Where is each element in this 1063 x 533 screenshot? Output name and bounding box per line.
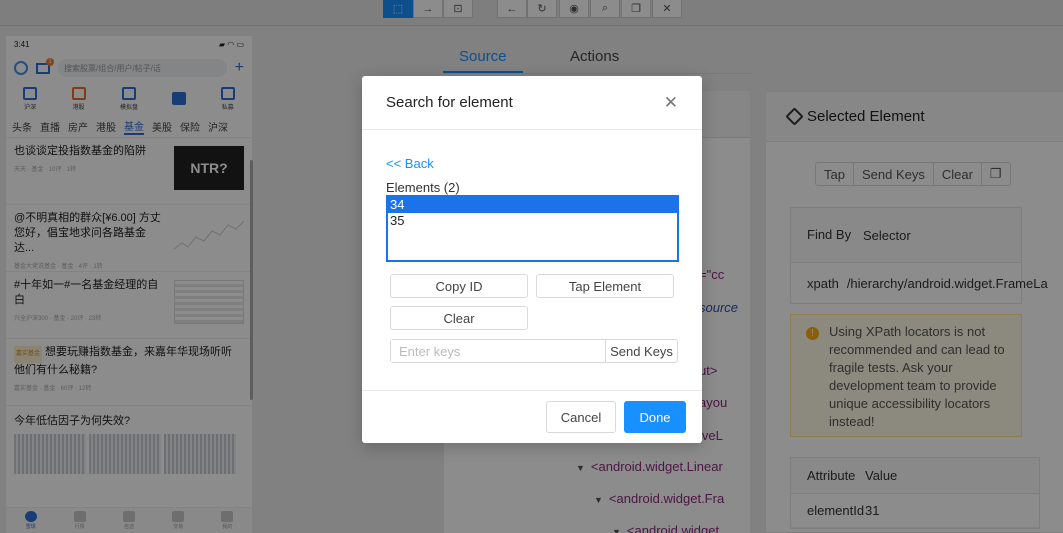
back-link[interactable]: << Back [386, 156, 434, 171]
send-keys-group: Send Keys [390, 339, 678, 363]
element-option[interactable]: 35 [388, 213, 677, 229]
modal-header: Search for element ✕ [362, 76, 702, 130]
elements-listbox[interactable]: 34 35 [386, 195, 679, 262]
modal-title: Search for element [386, 94, 513, 111]
cancel-button[interactable]: Cancel [546, 401, 616, 433]
send-keys-button[interactable]: Send Keys [605, 340, 677, 362]
enter-keys-input[interactable] [391, 340, 605, 362]
copy-id-button[interactable]: Copy ID [390, 274, 528, 298]
element-option-selected[interactable]: 34 [388, 197, 677, 213]
close-icon[interactable]: ✕ [664, 93, 678, 113]
done-button[interactable]: Done [624, 401, 686, 433]
tap-element-button[interactable]: Tap Element [536, 274, 674, 298]
elements-label: Elements (2) [386, 180, 460, 195]
clear-button[interactable]: Clear [390, 306, 528, 330]
search-element-modal: Search for element ✕ << Back Elements (2… [362, 76, 702, 443]
